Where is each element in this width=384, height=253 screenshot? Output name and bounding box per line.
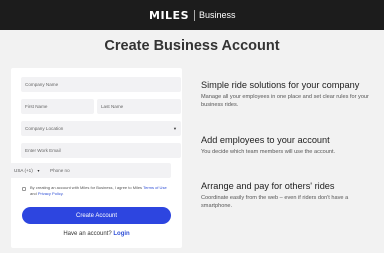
country-code-select[interactable]: USA (+1) ▼ bbox=[10, 168, 50, 173]
brand-divider bbox=[194, 9, 195, 21]
brand[interactable]: MILES Business bbox=[149, 8, 236, 22]
feature-description: Manage all your employees in one place a… bbox=[201, 94, 369, 108]
company-location-placeholder: Company Location bbox=[25, 126, 64, 131]
work-email-input[interactable] bbox=[21, 143, 181, 158]
feature-title: Add employees to your account bbox=[201, 135, 330, 145]
first-name-input[interactable] bbox=[21, 99, 94, 114]
feature-add-employees: Add employees to your account You decide… bbox=[201, 135, 376, 156]
phone-number-input[interactable] bbox=[50, 168, 160, 173]
company-location-select[interactable]: Company Location ▼ bbox=[21, 121, 181, 136]
brand-product-label: Business bbox=[199, 10, 236, 20]
feature-description: You decide which team members will use t… bbox=[201, 149, 336, 155]
last-name-input[interactable] bbox=[97, 99, 181, 114]
privacy-policy-link[interactable]: Privacy Policy bbox=[38, 191, 63, 196]
feature-arrange-pay: Arrange and pay for others' rides Coordi… bbox=[201, 181, 376, 210]
top-bar: MILES Business bbox=[0, 0, 384, 30]
login-link[interactable]: Login bbox=[113, 231, 129, 237]
terms-prefix: By creating an account with Miles for Bu… bbox=[30, 185, 143, 190]
terms-suffix: . bbox=[62, 190, 64, 196]
chevron-down-icon: ▼ bbox=[36, 168, 41, 173]
chevron-down-icon: ▼ bbox=[173, 126, 177, 131]
login-prompt: Have an account? Login bbox=[11, 231, 182, 237]
page-title: Create Business Account bbox=[104, 38, 280, 54]
country-code-value: USA (+1) bbox=[14, 168, 33, 173]
feature-title: Simple ride solutions for your company bbox=[201, 80, 360, 90]
create-account-button[interactable]: Create Account bbox=[22, 207, 171, 224]
company-name-input[interactable] bbox=[21, 77, 181, 92]
terms-checkbox[interactable] bbox=[22, 187, 26, 191]
feature-description: Coordinate easily from the web – even if… bbox=[201, 195, 349, 209]
terms-of-use-link[interactable]: Terms of Use bbox=[143, 185, 167, 190]
terms-text: By creating an account with Miles for Bu… bbox=[30, 185, 172, 196]
login-prompt-text: Have an account? bbox=[63, 231, 112, 237]
feature-simple-ride: Simple ride solutions for your company M… bbox=[201, 80, 376, 109]
phone-field: USA (+1) ▼ bbox=[10, 163, 171, 178]
feature-title: Arrange and pay for others' rides bbox=[201, 181, 335, 191]
terms-and: and bbox=[30, 190, 37, 196]
miles-logo: MILES bbox=[149, 8, 189, 22]
